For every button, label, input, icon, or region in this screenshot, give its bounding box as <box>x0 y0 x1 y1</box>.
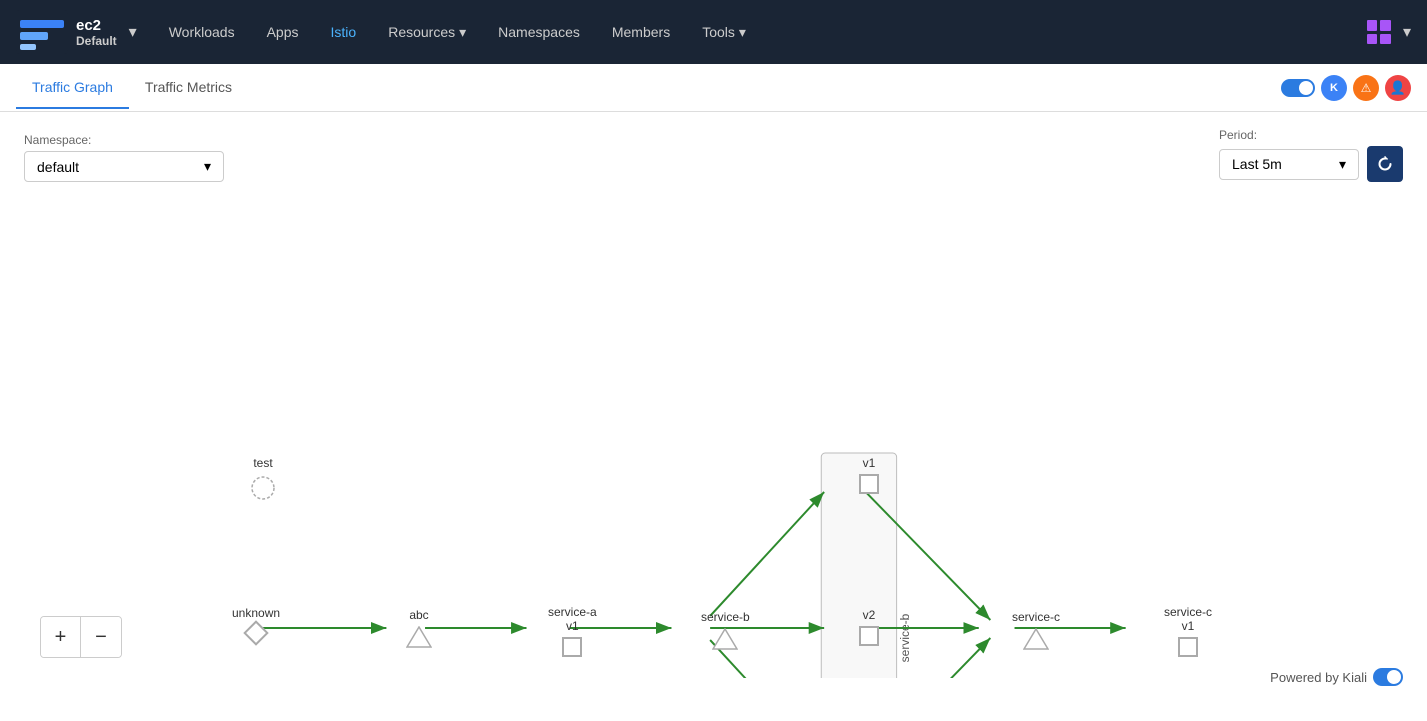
namespace-label: Namespace: <box>24 133 224 147</box>
v1-node: v1 <box>859 456 879 494</box>
nav-tools[interactable]: Tools ▾ <box>686 16 762 49</box>
brand-cluster: ec2 Default <box>76 17 117 48</box>
toggle-icon[interactable] <box>1281 79 1315 97</box>
svg-text:service-b: service-b <box>899 613 912 662</box>
period-dropdown-icon: ▾ <box>1339 156 1346 173</box>
nav-members[interactable]: Members <box>596 16 686 48</box>
grid-icon[interactable] <box>1363 16 1395 48</box>
nav-apps[interactable]: Apps <box>251 16 315 48</box>
namespace-select[interactable]: default ▾ <box>24 151 224 182</box>
namespace-control: Namespace: default ▾ <box>24 133 224 182</box>
controls-row: Namespace: default ▾ Period: Last 5m ▾ <box>24 128 1403 182</box>
cluster-dropdown-icon[interactable]: ▾ <box>129 22 137 42</box>
tabs-bar: Traffic Graph Traffic Metrics K ⚠ 👤 <box>0 64 1427 112</box>
period-label: Period: <box>1219 128 1403 142</box>
main-content: Namespace: default ▾ Period: Last 5m ▾ <box>0 112 1427 694</box>
zoom-controls: + − <box>40 616 122 658</box>
namespace-dropdown-icon: ▾ <box>204 158 211 175</box>
service-c-v1-node: service-c v1 <box>1164 605 1212 657</box>
powered-by: Powered by Kiali <box>1270 668 1403 686</box>
nav-dropdown-icon[interactable]: ▾ <box>1403 22 1411 42</box>
nav-links: Workloads Apps Istio Resources ▾ Namespa… <box>153 16 1363 49</box>
nav-istio[interactable]: Istio <box>315 16 373 48</box>
period-row: Last 5m ▾ <box>1219 146 1403 182</box>
nav-namespaces[interactable]: Namespaces <box>482 16 596 48</box>
refresh-button[interactable] <box>1367 146 1403 182</box>
status-icons: K ⚠ 👤 <box>1281 75 1411 101</box>
tab-traffic-graph[interactable]: Traffic Graph <box>16 67 129 109</box>
nav-resources[interactable]: Resources ▾ <box>372 16 482 49</box>
zoom-in-button[interactable]: + <box>41 617 81 657</box>
graph-area: service-b <box>24 198 1403 678</box>
alert-icon[interactable]: ⚠ <box>1353 75 1379 101</box>
navbar: ec2 Default ▾ Workloads Apps Istio Resou… <box>0 0 1427 64</box>
nav-workloads[interactable]: Workloads <box>153 16 251 48</box>
kiali-toggle[interactable] <box>1373 668 1403 686</box>
abc-node: abc <box>406 608 432 648</box>
tools-dropdown-icon: ▾ <box>739 24 746 41</box>
zoom-out-button[interactable]: − <box>81 617 121 657</box>
period-control: Period: Last 5m ▾ <box>1219 128 1403 182</box>
v2-node: v2 <box>859 608 879 646</box>
user-icon[interactable]: 👤 <box>1385 75 1411 101</box>
kiali-icon[interactable]: K <box>1321 75 1347 101</box>
test-node: test <box>249 456 277 502</box>
unknown-node: unknown <box>232 606 280 642</box>
brand[interactable]: ec2 Default ▾ <box>16 10 137 54</box>
service-a-node: service-a v1 <box>548 605 597 657</box>
period-select[interactable]: Last 5m ▾ <box>1219 149 1359 180</box>
resources-dropdown-icon: ▾ <box>459 24 466 41</box>
service-c-svc-node: service-c <box>1012 610 1060 650</box>
nav-right: ▾ <box>1363 16 1411 48</box>
graph-canvas: service-b <box>24 198 1403 678</box>
tab-traffic-metrics[interactable]: Traffic Metrics <box>129 67 248 109</box>
service-b-svc-node: service-b <box>701 610 750 650</box>
